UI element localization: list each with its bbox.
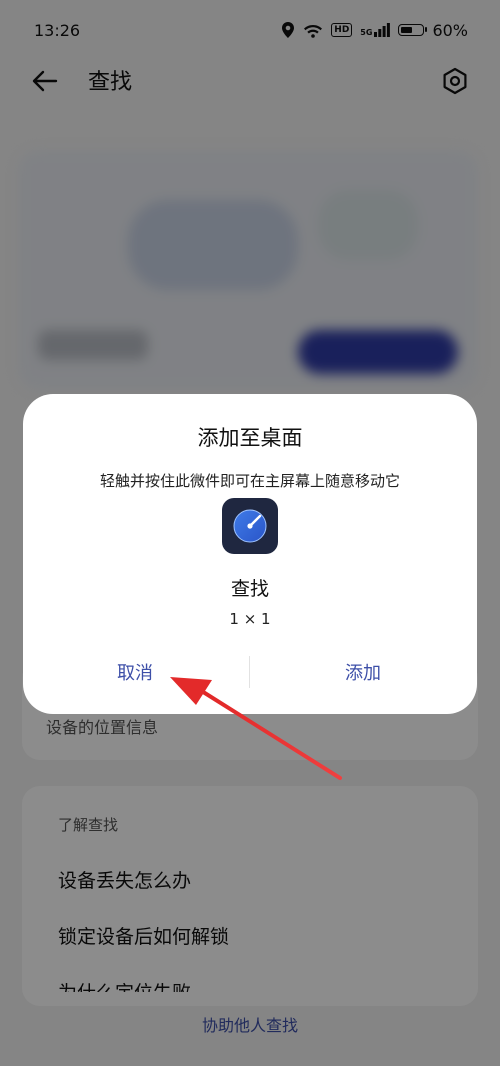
widget-name: 查找 <box>230 578 269 600</box>
widget-preview[interactable] <box>222 498 278 554</box>
dialog-title: 添加至桌面 <box>197 426 303 450</box>
widget-size: 1 × 1 <box>229 610 271 628</box>
add-button[interactable]: 添加 <box>273 652 453 692</box>
screen: 13:26 HD 5G 60% 查找 设备的位置信息 了解查找 设备丢失怎么办 … <box>0 0 500 1066</box>
dialog-description: 轻触并按住此微件即可在主屏幕上随意移动它 <box>99 472 400 490</box>
button-divider <box>249 656 250 688</box>
radar-compass-icon <box>233 509 267 543</box>
add-to-home-dialog: 添加至桌面 轻触并按住此微件即可在主屏幕上随意移动它 查找 1 × 1 取消 添… <box>23 394 477 714</box>
cancel-button[interactable]: 取消 <box>45 652 225 692</box>
